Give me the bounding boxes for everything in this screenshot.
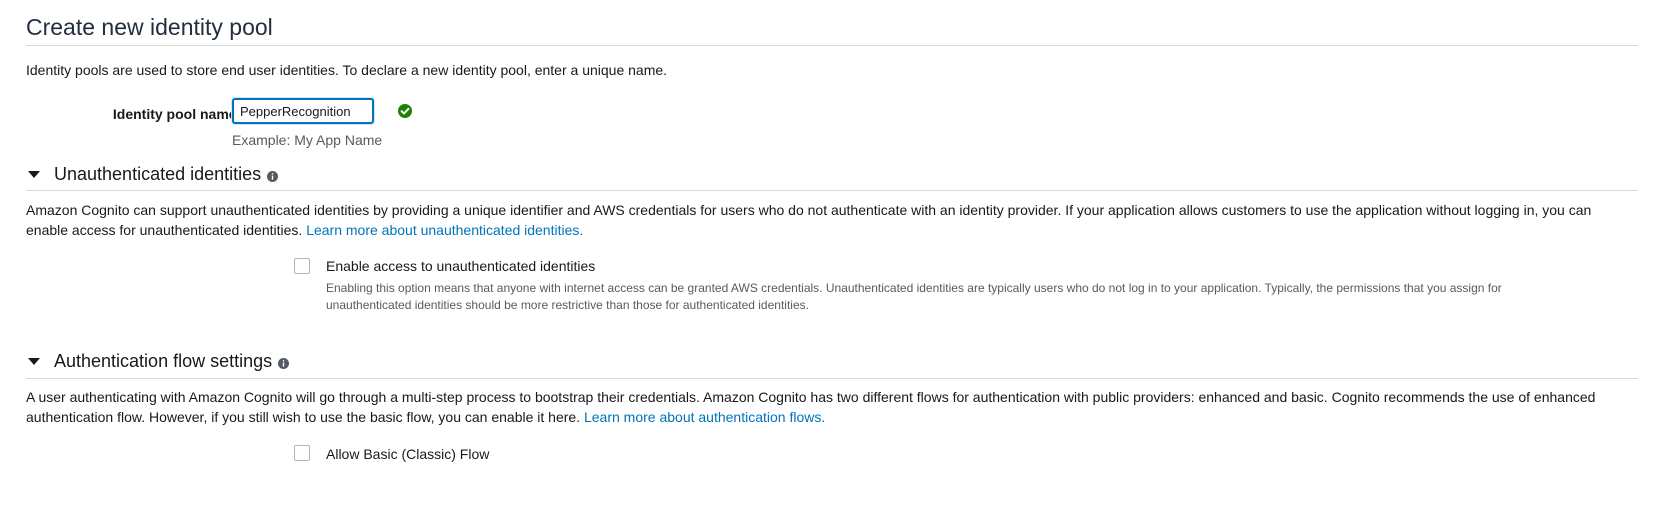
identity-pool-name-input[interactable]: [232, 98, 374, 124]
authentication-flow-section-toggle[interactable]: Authentication flow settings: [26, 351, 290, 372]
authentication-flow-description: A user authenticating with Amazon Cognit…: [26, 387, 1626, 427]
page-title: Create new identity pool: [26, 14, 273, 40]
allow-basic-flow-checkbox[interactable]: [294, 445, 310, 461]
unauthenticated-identities-title: Unauthenticated identities: [54, 164, 262, 184]
learn-more-unauthenticated-link[interactable]: Learn more about unauthenticated identit…: [306, 222, 583, 238]
caret-down-icon: [28, 358, 40, 365]
caret-down-icon: [28, 171, 40, 178]
identity-pool-name-hint: Example: My App Name: [232, 132, 383, 148]
unauthenticated-identities-section-toggle[interactable]: Unauthenticated identities: [26, 164, 279, 185]
unauthenticated-description: Amazon Cognito can support unauthenticat…: [26, 200, 1626, 240]
enable-unauthenticated-checkbox[interactable]: [294, 258, 310, 274]
identity-pool-name-label: Identity pool name*: [112, 106, 242, 122]
info-icon[interactable]: [278, 357, 290, 369]
page-intro: Identity pools are used to store end use…: [26, 62, 668, 78]
learn-more-authentication-flows-link[interactable]: Learn more about authentication flows.: [584, 409, 825, 425]
allow-basic-flow-label[interactable]: Allow Basic (Classic) Flow: [326, 446, 489, 462]
authentication-flow-divider: [26, 378, 1638, 379]
check-circle-icon: [398, 104, 412, 118]
authentication-flow-title: Authentication flow settings: [54, 351, 273, 371]
enable-unauthenticated-label[interactable]: Enable access to unauthenticated identit…: [326, 258, 595, 274]
unauthenticated-section-divider: [26, 190, 1638, 191]
enable-unauthenticated-description: Enabling this option means that anyone w…: [326, 281, 1502, 312]
info-icon[interactable]: [267, 170, 279, 182]
unauthenticated-description-text: Amazon Cognito can support unauthenticat…: [26, 202, 1592, 238]
title-divider: [26, 45, 1638, 46]
